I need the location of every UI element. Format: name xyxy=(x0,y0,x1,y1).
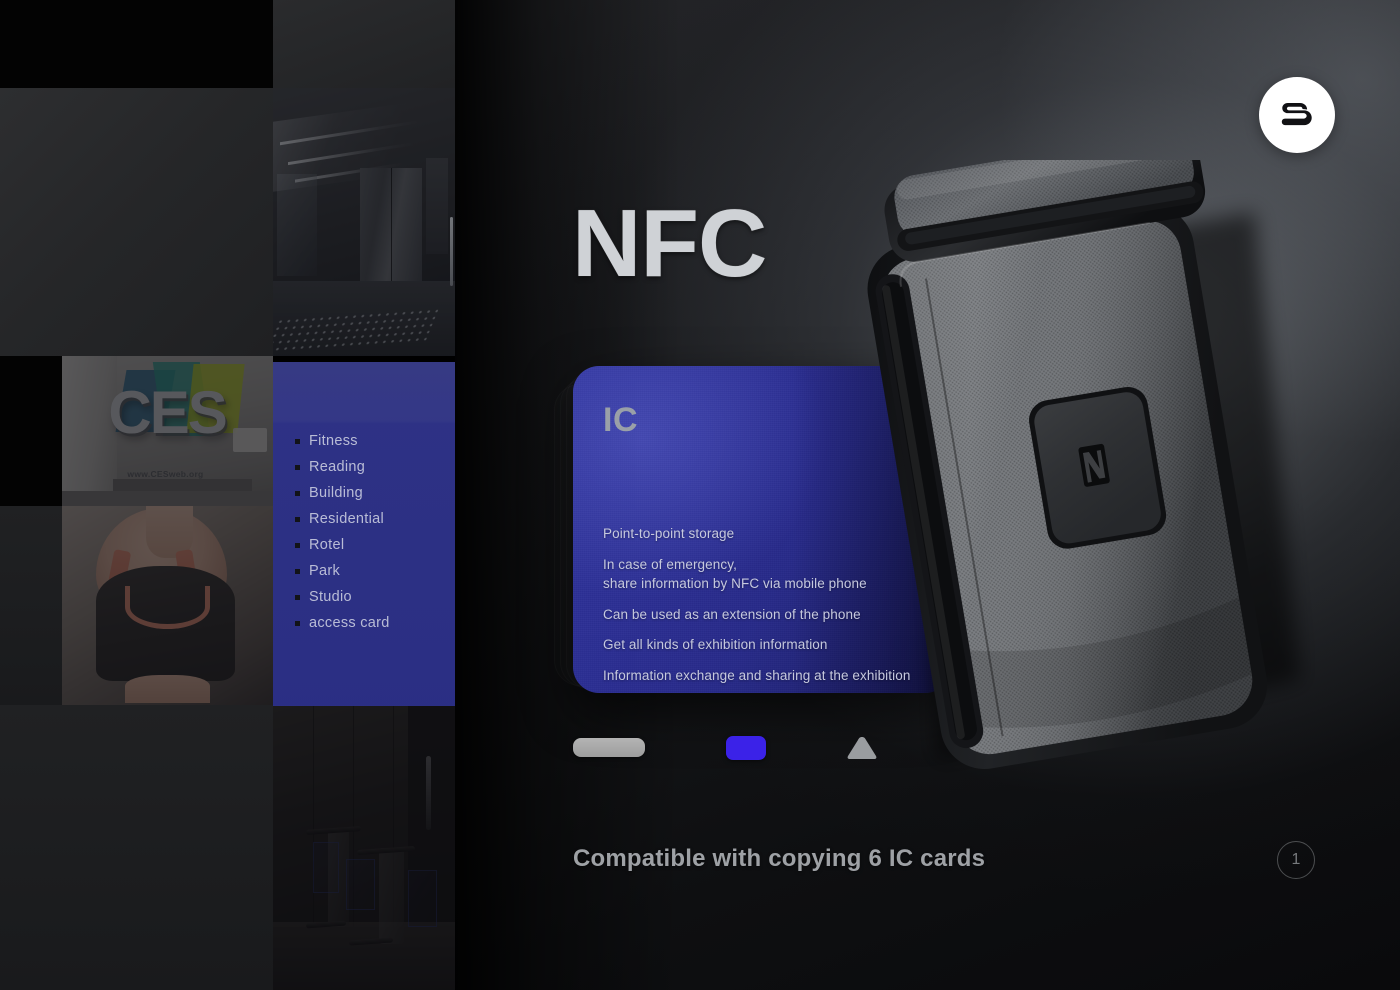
bullet-icon xyxy=(295,490,300,496)
category-list: Fitness Reading Building Residential Rot… xyxy=(295,434,451,642)
mosaic-tile-dark-1 xyxy=(273,0,455,88)
s-clip-logo-icon xyxy=(1274,92,1320,138)
list-item[interactable]: Reading xyxy=(295,460,451,475)
nfc-device-render xyxy=(845,160,1315,780)
brand-badge[interactable] xyxy=(1259,77,1335,153)
mosaic-photo-ces: CES www.CESweb.org xyxy=(62,356,273,506)
list-item-label: Rotel xyxy=(309,537,345,553)
mosaic-tile-black-1 xyxy=(0,0,273,88)
slide-canvas: CES www.CESweb.org Fitness Reading Build… xyxy=(0,0,1400,990)
gray-bar-swatch[interactable] xyxy=(573,738,645,757)
list-item[interactable]: access card xyxy=(295,616,451,631)
mosaic-tile-dark-2 xyxy=(0,88,273,356)
ic-card-label: IC xyxy=(603,401,638,439)
bullet-icon xyxy=(295,516,300,522)
bullet-icon xyxy=(295,594,300,600)
mosaic-tile-dark-5 xyxy=(62,705,273,990)
list-item[interactable]: Studio xyxy=(295,590,451,605)
list-item[interactable]: Residential xyxy=(295,512,451,527)
list-item[interactable]: Building xyxy=(295,486,451,501)
page-title: NFC xyxy=(572,190,767,297)
mosaic-photo-fitness xyxy=(62,506,273,705)
list-item[interactable]: Rotel xyxy=(295,538,451,553)
mosaic-tile-dark-3 xyxy=(0,506,62,705)
blue-swatch[interactable] xyxy=(726,736,766,760)
list-item-label: Reading xyxy=(309,459,366,475)
list-item-label: Residential xyxy=(309,511,385,527)
mosaic-photo-gates xyxy=(273,705,455,990)
hero-caption: Compatible with copying 6 IC cards xyxy=(573,845,986,872)
mosaic-photo-lobby xyxy=(273,88,455,356)
bullet-icon xyxy=(295,568,300,574)
list-item[interactable]: Park xyxy=(295,564,451,579)
list-item-label: Studio xyxy=(309,589,352,605)
mosaic-tile-black-2 xyxy=(0,356,62,506)
list-item-label: Fitness xyxy=(309,433,358,449)
bullet-icon xyxy=(295,542,300,548)
list-item[interactable]: Fitness xyxy=(295,434,451,449)
category-list-panel: Fitness Reading Building Residential Rot… xyxy=(273,362,455,706)
bullet-icon xyxy=(295,620,300,626)
ces-sign-text: CES xyxy=(108,379,227,446)
ces-sign-url: www.CESweb.org xyxy=(127,469,204,479)
list-item-label: Park xyxy=(309,563,341,579)
bullet-icon xyxy=(295,464,300,470)
mosaic-tile-dark-4 xyxy=(0,705,62,990)
mosaic-grid: CES www.CESweb.org Fitness Reading Build… xyxy=(0,0,456,990)
bullet-icon xyxy=(295,438,300,444)
list-item-label: access card xyxy=(309,615,390,631)
list-item-label: Building xyxy=(309,485,363,501)
page-number-indicator: 1 xyxy=(1277,841,1315,879)
